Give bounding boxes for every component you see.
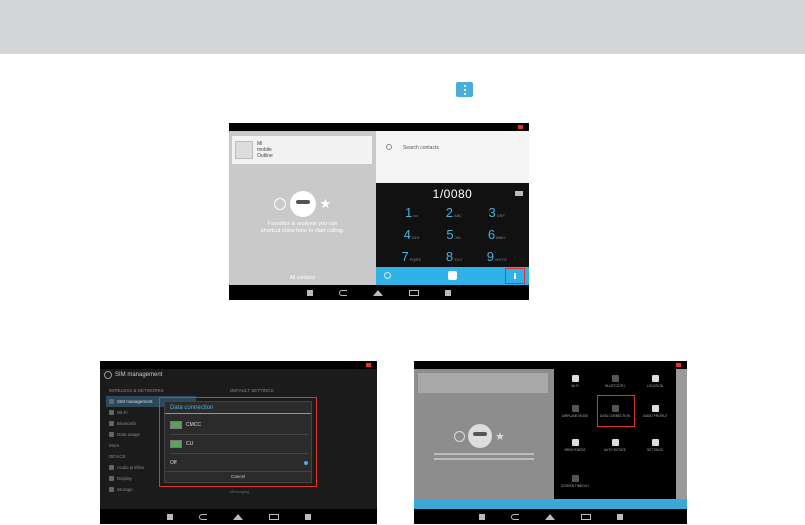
display-icon bbox=[109, 476, 114, 481]
tile-location[interactable]: LOCATION bbox=[636, 373, 674, 393]
favorites-text-placeholder bbox=[434, 453, 534, 465]
dialpad-key[interactable]: 3DEF bbox=[475, 206, 518, 223]
dialpad-key[interactable]: 8TUV bbox=[433, 250, 476, 267]
sim-icon bbox=[109, 399, 114, 404]
volume-up-icon[interactable] bbox=[445, 289, 451, 296]
tile-screen-timeout[interactable]: SCREEN TIMEOUT bbox=[556, 473, 594, 493]
nav-bar bbox=[100, 509, 377, 524]
audio-icon bbox=[109, 465, 114, 470]
all-contacts-link[interactable]: All contacts bbox=[229, 275, 376, 281]
recents-icon[interactable] bbox=[580, 513, 591, 520]
contact-card[interactable]: Mi mobile Outline bbox=[232, 136, 372, 164]
settings-icon bbox=[651, 439, 659, 446]
nav-bar bbox=[414, 509, 687, 524]
search-box[interactable]: Search contacts bbox=[376, 131, 529, 183]
location-icon bbox=[651, 375, 659, 382]
star-icon: ★ bbox=[319, 196, 332, 211]
favorites-text: Favorites & analysis you can shortcut sh… bbox=[260, 221, 345, 234]
person-icon bbox=[468, 424, 492, 448]
wifi-icon bbox=[571, 375, 579, 382]
default-settings-title: DEFAULT SETTINGS bbox=[230, 388, 274, 393]
search-icon bbox=[386, 144, 392, 150]
messaging-label: Messaging bbox=[230, 489, 250, 494]
dialpad-key[interactable]: 4GHI bbox=[390, 228, 433, 245]
tile-auto-rotate[interactable]: AUTO ROTATE bbox=[596, 437, 634, 457]
battery-icon bbox=[366, 363, 371, 367]
home-icon[interactable] bbox=[232, 513, 243, 520]
tile-audio-profile[interactable]: AUDIO PROFILE bbox=[636, 403, 674, 423]
tile-bluetooth[interactable]: BLUETOOTH bbox=[596, 373, 634, 393]
menu-section-wireless: WIRELESS & NETWORKS bbox=[109, 388, 164, 393]
data-usage-icon bbox=[109, 432, 114, 437]
search-text: Search contacts bbox=[403, 145, 439, 151]
battery-icon bbox=[518, 125, 523, 129]
tile-airplane[interactable]: AIRPLANE MODE bbox=[556, 403, 594, 423]
timeout-icon bbox=[571, 475, 579, 482]
settings-title: SIM management bbox=[115, 372, 163, 378]
settings-header: SIM management bbox=[104, 371, 162, 379]
volume-icon[interactable] bbox=[166, 513, 173, 520]
data-connection-highlight bbox=[597, 395, 635, 427]
dimmed-contacts-pane: ★ bbox=[414, 369, 554, 509]
dialpad-key[interactable]: 9WXYZ bbox=[475, 250, 518, 267]
storage-icon bbox=[109, 487, 114, 492]
dialpad-key[interactable]: 7PQRS bbox=[390, 250, 433, 267]
rotate-icon bbox=[611, 439, 619, 446]
header-band bbox=[0, 0, 805, 54]
clock-icon bbox=[273, 198, 286, 210]
settings-screenshot: SIM management WIRELESS & NETWORKS SIM m… bbox=[100, 361, 377, 524]
favorites-empty-state: ★ Favorites & analysis you can shortcut … bbox=[229, 191, 376, 235]
backspace-icon[interactable] bbox=[515, 191, 523, 196]
tile-wifi[interactable]: Wi-Fi bbox=[556, 373, 594, 393]
volume-up-icon[interactable] bbox=[304, 513, 311, 520]
avatar bbox=[235, 141, 253, 159]
back-icon[interactable] bbox=[339, 289, 347, 296]
voicemail-icon[interactable] bbox=[384, 272, 391, 279]
gear-icon bbox=[104, 371, 112, 379]
audio-profile-icon bbox=[651, 405, 659, 412]
volume-up-icon[interactable] bbox=[616, 513, 623, 520]
favorites-pane: Mi mobile Outline ★ Favorites & analysis… bbox=[229, 131, 376, 285]
dialog-highlight bbox=[159, 397, 317, 487]
wifi-icon bbox=[109, 410, 114, 415]
volume-icon[interactable] bbox=[478, 513, 485, 520]
person-icon bbox=[289, 191, 316, 217]
airplane-icon bbox=[571, 405, 579, 412]
tile-settings[interactable]: SETTINGS bbox=[636, 437, 674, 457]
tile-brightness[interactable]: BRIGHTNESS bbox=[556, 437, 594, 457]
page: Mi mobile Outline ★ Favorites & analysis… bbox=[0, 0, 805, 525]
brightness-icon bbox=[571, 439, 579, 446]
battery-icon bbox=[676, 363, 681, 367]
dialpad-key[interactable]: 2ABC bbox=[433, 206, 476, 223]
phone-icon[interactable] bbox=[448, 271, 457, 280]
recents-icon[interactable] bbox=[268, 513, 279, 520]
home-icon[interactable] bbox=[373, 289, 383, 296]
status-bar bbox=[100, 361, 377, 369]
home-icon[interactable] bbox=[544, 513, 555, 520]
overflow-menu-icon bbox=[456, 82, 473, 97]
contact-card bbox=[418, 373, 548, 393]
call-bar bbox=[376, 267, 529, 285]
back-icon[interactable] bbox=[510, 513, 519, 520]
dialpad-key[interactable]: 1oo bbox=[390, 206, 433, 223]
back-icon[interactable] bbox=[198, 513, 207, 520]
bluetooth-icon bbox=[109, 421, 114, 426]
nav-bar bbox=[229, 285, 529, 300]
quick-settings-panel: Wi-Fi BLUETOOTH LOCATION AIRPLANE MODE D… bbox=[554, 369, 676, 509]
dialpad-pane: Search contacts 1/0080 1oo 2ABC 3DEF 4GHI 5J… bbox=[376, 131, 529, 286]
contact-sub2: Outline bbox=[257, 153, 273, 159]
recents-icon[interactable] bbox=[409, 289, 419, 296]
dialpad-key[interactable]: 6MNO bbox=[475, 228, 518, 245]
status-bar bbox=[414, 361, 687, 369]
menu-button-highlight[interactable] bbox=[505, 268, 525, 284]
dialpad-key[interactable]: 5JKL bbox=[433, 228, 476, 245]
dialer-screenshot: Mi mobile Outline ★ Favorites & analysis… bbox=[229, 123, 529, 300]
status-bar bbox=[229, 123, 529, 131]
bluetooth-icon bbox=[611, 375, 619, 382]
volume-icon[interactable] bbox=[307, 289, 313, 296]
dialed-number: 1/0080 bbox=[432, 187, 473, 201]
quick-settings-screenshot: ★ Wi-Fi BLUETOOTH LOCATION AIRPLANE MODE… bbox=[414, 361, 687, 524]
clock-icon bbox=[454, 430, 465, 442]
star-icon: ★ bbox=[495, 430, 505, 443]
